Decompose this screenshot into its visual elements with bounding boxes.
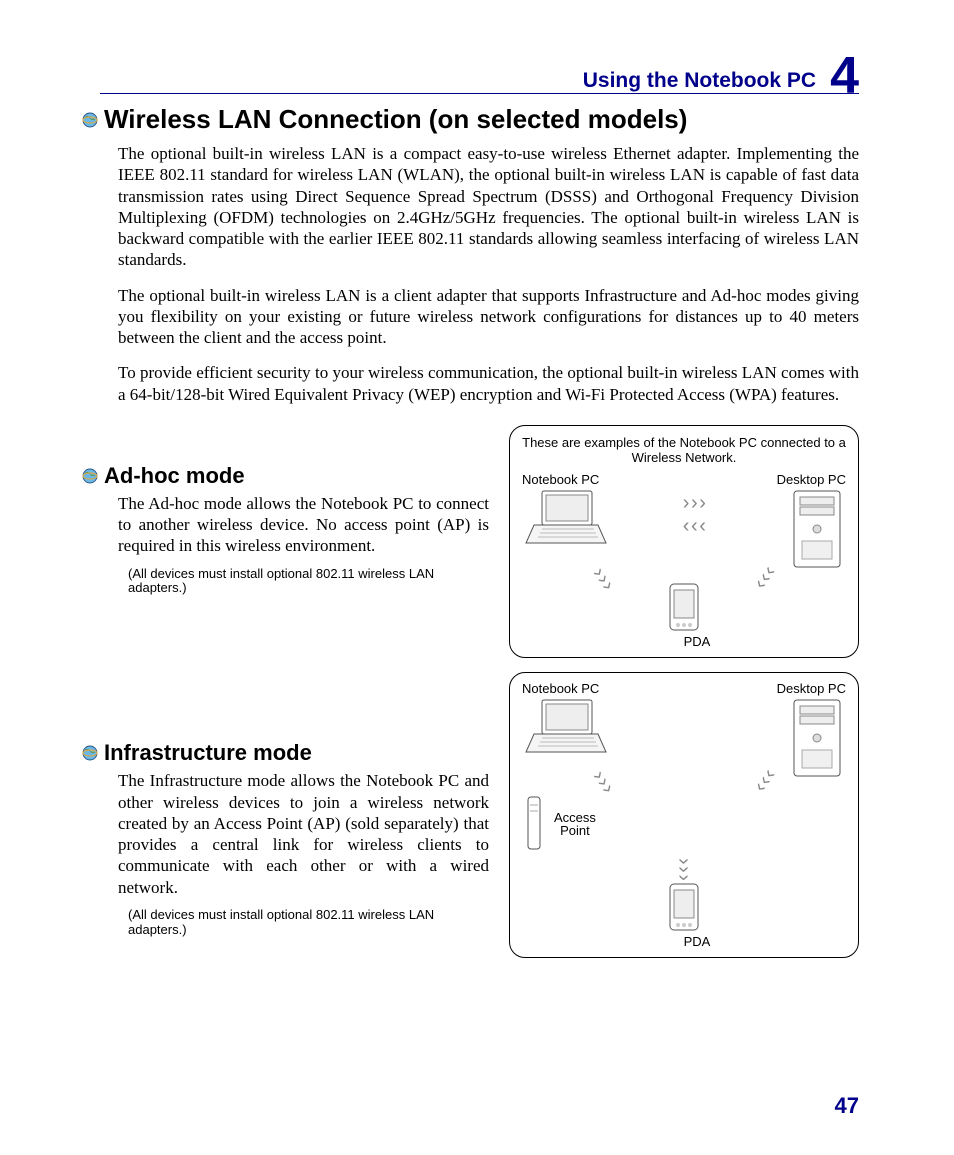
label-ap-2: Point: [554, 824, 596, 837]
intro-paragraph-2: The optional built-in wireless LAN is a …: [118, 285, 859, 349]
pda-icon: [667, 582, 701, 634]
label-desktop: Desktop PC: [777, 472, 846, 487]
infra-note: (All devices must install optional 802.1…: [128, 908, 489, 938]
signal-icon: ‹ ‹ ‹: [683, 515, 704, 537]
chapter-number: 4: [830, 56, 859, 98]
infra-heading: Infrastructure mode: [104, 740, 312, 766]
pda-icon: [667, 882, 701, 934]
label-notebook: Notebook PC: [522, 681, 599, 696]
label-pda: PDA: [684, 634, 711, 649]
adhoc-body: The Ad-hoc mode allows the Notebook PC t…: [118, 493, 489, 557]
label-pda: PDA: [684, 934, 711, 949]
label-ap-1: Access: [554, 811, 596, 824]
adhoc-note: (All devices must install optional 802.1…: [128, 567, 489, 597]
chapter-header: Using the Notebook PC 4: [100, 50, 859, 94]
label-notebook: Notebook PC: [522, 472, 599, 487]
signal-icon: › › ›: [673, 858, 696, 879]
chapter-title: Using the Notebook PC: [583, 69, 816, 93]
infra-body: The Infrastructure mode allows the Noteb…: [118, 770, 489, 898]
laptop-icon: [522, 487, 610, 549]
diagram-caption: These are examples of the Notebook PC co…: [522, 436, 846, 466]
adhoc-heading: Ad-hoc mode: [104, 463, 245, 489]
intro-paragraph-1: The optional built-in wireless LAN is a …: [118, 143, 859, 271]
signal-icon: › › ›: [683, 492, 704, 514]
infra-diagram: Notebook PC Desktop PC › › › ‹ ‹ ‹: [509, 672, 859, 958]
desktop-icon: [788, 696, 846, 782]
laptop-icon: [522, 696, 610, 758]
globe-icon: [82, 468, 98, 484]
globe-icon: [82, 745, 98, 761]
page-heading: Wireless LAN Connection (on selected mod…: [104, 104, 687, 135]
desktop-icon: [788, 487, 846, 573]
intro-paragraph-3: To provide efficient security to your wi…: [118, 362, 859, 405]
access-point-icon: [522, 793, 546, 855]
globe-icon: [82, 112, 98, 128]
label-desktop: Desktop PC: [777, 681, 846, 696]
page-number: 47: [835, 1093, 859, 1119]
adhoc-diagram: These are examples of the Notebook PC co…: [509, 425, 859, 658]
